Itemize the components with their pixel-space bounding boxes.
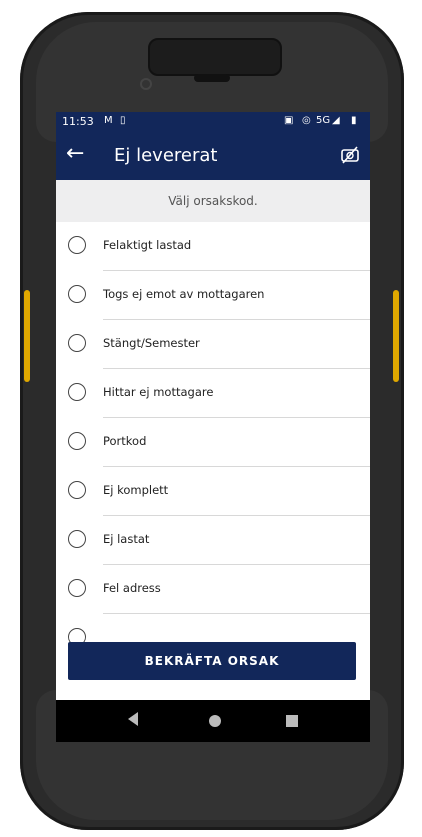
- network-label: 5G: [316, 115, 331, 126]
- confirm-reason-button[interactable]: BEKRÄFTA ORSAK: [68, 642, 356, 680]
- reason-label: Ej komplett: [103, 483, 169, 497]
- front-camera: [140, 78, 152, 90]
- battery-icon: ▮: [351, 115, 357, 126]
- reason-option[interactable]: Stängt/Semester: [56, 320, 370, 369]
- back-icon[interactable]: [128, 712, 138, 726]
- radio-button[interactable]: [68, 628, 86, 642]
- speaker-grille: [148, 38, 282, 76]
- hint-banner: Välj orsakskod.: [56, 180, 370, 222]
- reason-label: Portkod: [103, 434, 147, 448]
- side-button-left: [24, 290, 30, 382]
- reason-label: Ej lastat: [103, 532, 150, 546]
- reason-list: Felaktigt lastad Togs ej emot av mottaga…: [56, 222, 370, 642]
- home-icon[interactable]: [209, 715, 221, 727]
- app-bar: ← Ej levererat: [56, 132, 370, 180]
- reason-option[interactable]: Portkod: [56, 418, 370, 467]
- radio-button[interactable]: [68, 481, 86, 499]
- radio-button[interactable]: [68, 432, 86, 450]
- reason-label: Felaktigt lastad: [103, 238, 192, 252]
- reason-option[interactable]: Hittar ej mottagare: [56, 369, 370, 418]
- radio-button[interactable]: [68, 579, 86, 597]
- recents-icon[interactable]: [286, 715, 298, 727]
- page-title: Ej levererat: [114, 145, 218, 166]
- reason-label: Stängt/Semester: [103, 336, 200, 350]
- no-camera-icon[interactable]: [340, 145, 360, 165]
- hint-text: Välj orsakskod.: [168, 194, 258, 208]
- reason-label: Hittar ej mottagare: [103, 385, 214, 399]
- location-icon: ◎: [302, 115, 311, 126]
- reason-option[interactable]: Felaktigt lastad: [56, 222, 370, 271]
- system-nav-bar: [56, 700, 370, 742]
- gmail-icon: M: [104, 115, 113, 126]
- side-button-right: [393, 290, 399, 382]
- reason-option[interactable]: Ej komplett: [56, 467, 370, 516]
- arrow-left-icon[interactable]: ←: [66, 142, 84, 166]
- status-time: 11:53: [62, 115, 94, 128]
- signal-icon: ◢: [332, 115, 340, 126]
- screen: 11:53 M ▯ ▣ ◎ 5G ◢ ▮ ← Ej levererat Välj…: [56, 112, 370, 742]
- radio-button[interactable]: [68, 530, 86, 548]
- radio-button[interactable]: [68, 383, 86, 401]
- reason-label: Fel adress: [103, 581, 161, 595]
- radio-button[interactable]: [68, 285, 86, 303]
- earpiece: [194, 74, 230, 82]
- reason-label: Togs ej emot av mottagaren: [103, 287, 265, 301]
- sim-icon: ▯: [120, 115, 126, 126]
- reason-option[interactable]: Ej lastat: [56, 516, 370, 565]
- radio-button[interactable]: [68, 334, 86, 352]
- reason-option[interactable]: Togs ej emot av mottagaren: [56, 271, 370, 320]
- radio-button[interactable]: [68, 236, 86, 254]
- reason-option[interactable]: [56, 614, 370, 642]
- cast-icon: ▣: [284, 115, 294, 126]
- reason-option[interactable]: Fel adress: [56, 565, 370, 614]
- status-bar: 11:53 M ▯ ▣ ◎ 5G ◢ ▮: [56, 112, 370, 132]
